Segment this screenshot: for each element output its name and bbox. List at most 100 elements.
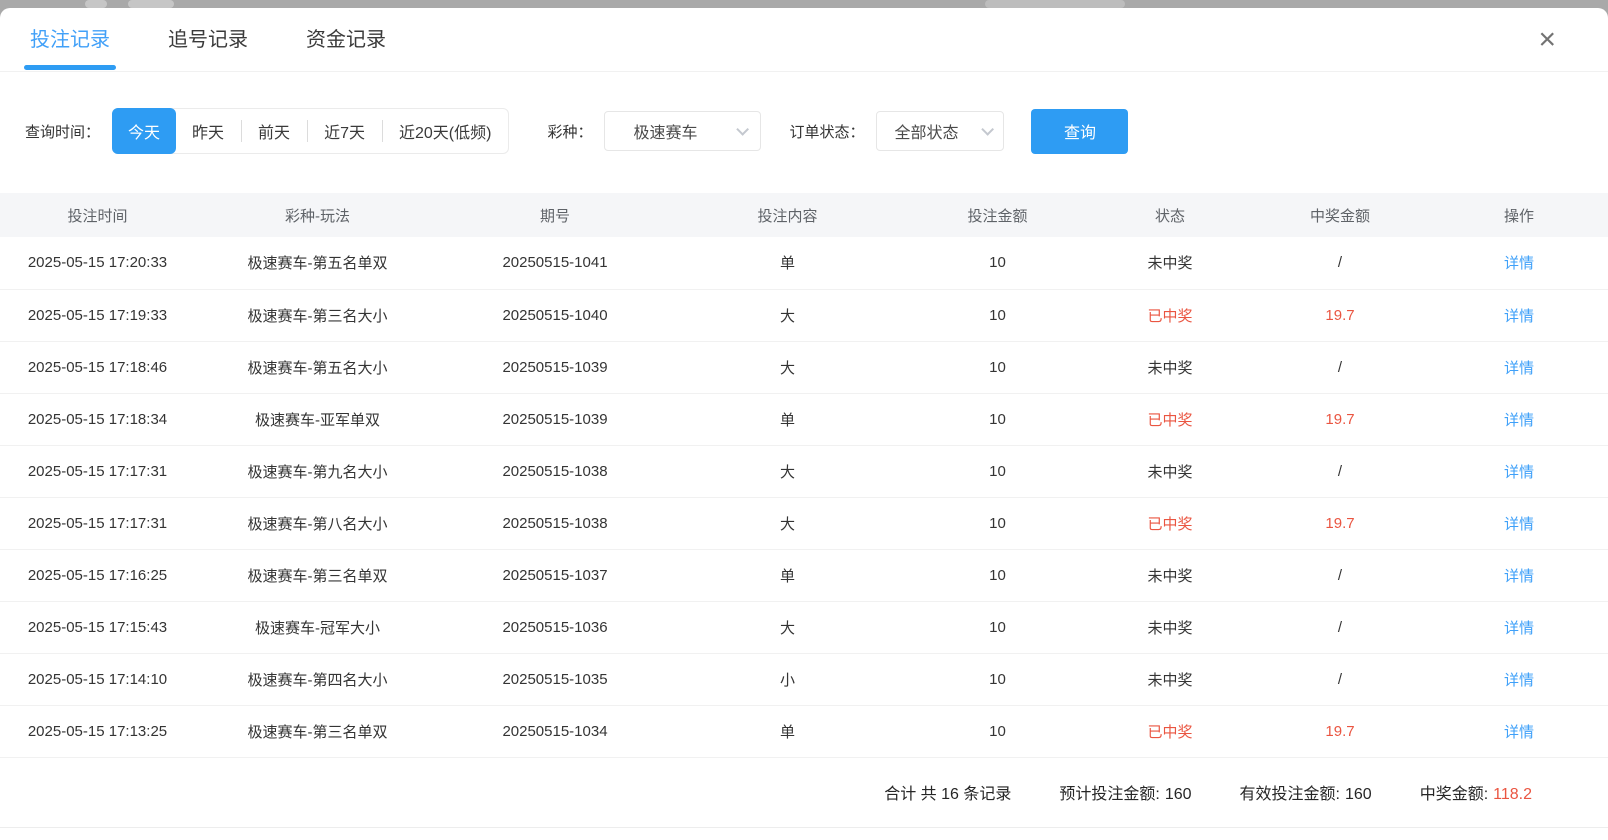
cell-action: 详情 [1430, 549, 1608, 601]
status-select-value: 全部状态 [894, 119, 958, 143]
detail-link[interactable]: 详情 [1504, 568, 1534, 585]
cell-action: 详情 [1430, 393, 1608, 445]
summary-valid-amount: 有效投注金额:160 [1240, 780, 1372, 804]
cell-prize: 19.7 [1250, 393, 1430, 445]
table-row: 2025-05-15 17:13:25极速赛车-第三名单双20250515-10… [0, 705, 1608, 757]
cell-issue: 20250515-1039 [440, 393, 670, 445]
cell-status: 已中奖 [1090, 705, 1250, 757]
cell-time: 2025-05-15 17:19:33 [0, 289, 195, 341]
cell-content: 单 [670, 237, 905, 289]
status-select[interactable]: 全部状态 [876, 111, 1004, 151]
detail-link[interactable]: 详情 [1504, 308, 1534, 325]
cell-content: 单 [670, 549, 905, 601]
column-header: 状态 [1090, 193, 1250, 237]
summary-expected-amount: 预计投注金额:160 [1059, 780, 1191, 804]
column-header: 投注内容 [670, 193, 905, 237]
cell-action: 详情 [1430, 289, 1608, 341]
cell-issue: 20250515-1037 [440, 549, 670, 601]
query-button[interactable]: 查询 [1031, 109, 1128, 154]
detail-link[interactable]: 详情 [1504, 516, 1534, 533]
cell-status: 未中奖 [1090, 549, 1250, 601]
cell-content: 大 [670, 445, 905, 497]
time-filter-label: 查询时间： [25, 121, 100, 142]
tab-fund-records[interactable]: 资金记录 [306, 8, 386, 72]
detail-link[interactable]: 详情 [1504, 672, 1534, 689]
cell-action: 详情 [1430, 497, 1608, 549]
lottery-select[interactable]: 极速赛车 [604, 111, 761, 151]
cell-time: 2025-05-15 17:16:25 [0, 549, 195, 601]
status-filter-label: 订单状态： [789, 121, 864, 142]
tab-bet-records[interactable]: 投注记录 [30, 8, 110, 72]
cell-action: 详情 [1430, 445, 1608, 497]
cell-issue: 20250515-1035 [440, 653, 670, 705]
cell-content: 大 [670, 289, 905, 341]
cell-game: 极速赛车-第三名大小 [195, 289, 440, 341]
cell-amount: 10 [905, 289, 1090, 341]
cell-status: 未中奖 [1090, 341, 1250, 393]
cell-issue: 20250515-1041 [440, 237, 670, 289]
time-option-1[interactable]: 昨天 [175, 109, 241, 153]
cell-amount: 10 [905, 705, 1090, 757]
cell-issue: 20250515-1039 [440, 341, 670, 393]
cell-time: 2025-05-15 17:20:33 [0, 237, 195, 289]
column-header: 期号 [440, 193, 670, 237]
cell-amount: 10 [905, 393, 1090, 445]
time-range-group: 今天昨天前天近7天近20天(低频) [112, 108, 509, 154]
table-row: 2025-05-15 17:16:25极速赛车-第三名单双20250515-10… [0, 549, 1608, 601]
cell-prize: 19.7 [1250, 289, 1430, 341]
summary-bar: 合计 共 16 条记录 预计投注金额:160 有效投注金额:160 中奖金额:1… [0, 758, 1608, 828]
cell-issue: 20250515-1038 [440, 497, 670, 549]
cell-issue: 20250515-1038 [440, 445, 670, 497]
cell-content: 单 [670, 705, 905, 757]
table-row: 2025-05-15 17:17:31极速赛车-第九名大小20250515-10… [0, 445, 1608, 497]
table-row: 2025-05-15 17:20:33极速赛车-第五名单双20250515-10… [0, 237, 1608, 289]
cell-prize: / [1250, 601, 1430, 653]
table-row: 2025-05-15 17:17:31极速赛车-第八名大小20250515-10… [0, 497, 1608, 549]
cell-game: 极速赛车-第五名单双 [195, 237, 440, 289]
detail-link[interactable]: 详情 [1504, 255, 1534, 272]
cell-action: 详情 [1430, 705, 1608, 757]
close-icon[interactable]: × [1538, 25, 1556, 55]
detail-link[interactable]: 详情 [1504, 360, 1534, 377]
table-row: 2025-05-15 17:18:34极速赛车-亚军单双20250515-103… [0, 393, 1608, 445]
cell-issue: 20250515-1040 [440, 289, 670, 341]
cell-amount: 10 [905, 653, 1090, 705]
cell-content: 大 [670, 497, 905, 549]
cell-game: 极速赛车-第八名大小 [195, 497, 440, 549]
time-option-4[interactable]: 近20天(低频) [382, 109, 508, 153]
cell-status: 未中奖 [1090, 445, 1250, 497]
cell-game: 极速赛车-第五名大小 [195, 341, 440, 393]
cell-game: 极速赛车-冠军大小 [195, 601, 440, 653]
time-option-3[interactable]: 近7天 [307, 109, 382, 153]
cell-amount: 10 [905, 237, 1090, 289]
chevron-down-icon [982, 123, 995, 136]
tab-chase-records[interactable]: 追号记录 [168, 8, 248, 72]
cell-time: 2025-05-15 17:17:31 [0, 445, 195, 497]
cell-amount: 10 [905, 549, 1090, 601]
cell-prize: / [1250, 341, 1430, 393]
cell-prize: / [1250, 445, 1430, 497]
detail-link[interactable]: 详情 [1504, 464, 1534, 481]
cell-time: 2025-05-15 17:15:43 [0, 601, 195, 653]
time-option-2[interactable]: 前天 [241, 109, 307, 153]
cell-time: 2025-05-15 17:18:46 [0, 341, 195, 393]
detail-link[interactable]: 详情 [1504, 412, 1534, 429]
lottery-select-value: 极速赛车 [633, 119, 697, 143]
cell-issue: 20250515-1034 [440, 705, 670, 757]
records-table: 投注时间彩种-玩法期号投注内容投注金额状态中奖金额操作 2025-05-15 1… [0, 193, 1608, 758]
cell-time: 2025-05-15 17:14:10 [0, 653, 195, 705]
time-option-0[interactable]: 今天 [112, 108, 176, 154]
table-body: 2025-05-15 17:20:33极速赛车-第五名单双20250515-10… [0, 237, 1608, 757]
cell-time: 2025-05-15 17:18:34 [0, 393, 195, 445]
cell-content: 大 [670, 601, 905, 653]
cell-issue: 20250515-1036 [440, 601, 670, 653]
filter-bar: 查询时间： 今天昨天前天近7天近20天(低频) 彩种： 极速赛车 订单状态： 全… [25, 108, 1608, 154]
cell-time: 2025-05-15 17:17:31 [0, 497, 195, 549]
column-header: 投注时间 [0, 193, 195, 237]
cell-action: 详情 [1430, 601, 1608, 653]
detail-link[interactable]: 详情 [1504, 620, 1534, 637]
lottery-filter-label: 彩种： [547, 121, 592, 142]
detail-link[interactable]: 详情 [1504, 724, 1534, 741]
cell-prize: / [1250, 237, 1430, 289]
column-header: 投注金额 [905, 193, 1090, 237]
